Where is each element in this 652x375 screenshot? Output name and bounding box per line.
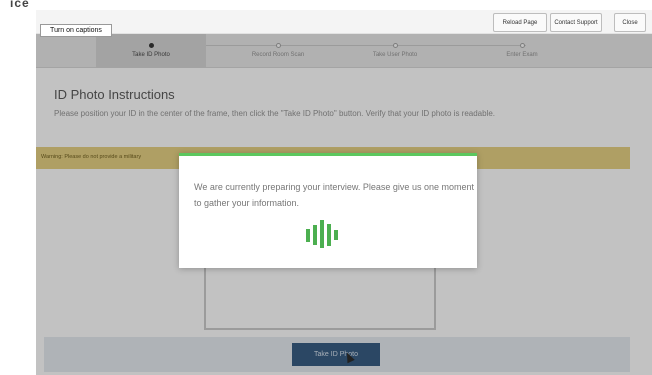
captions-tooltip: Turn on captions <box>40 24 112 37</box>
loader-bar <box>334 230 338 240</box>
logo-fragment: ice <box>10 0 30 10</box>
screen: ice Reload Page Contact Support Close Tu… <box>0 0 652 375</box>
close-button[interactable]: Close <box>614 13 646 32</box>
top-toolbar: Reload Page Contact Support Close <box>36 10 652 34</box>
loader-bar <box>320 220 324 248</box>
loader-bar <box>327 224 331 246</box>
loader-bar <box>313 225 317 245</box>
contact-support-button[interactable]: Contact Support <box>550 13 602 32</box>
loader-bar <box>306 229 310 242</box>
loading-bars-icon <box>306 220 351 248</box>
top-strip: ice <box>0 0 652 10</box>
loading-message: We are currently preparing your intervie… <box>194 182 474 208</box>
reload-page-button[interactable]: Reload Page <box>493 13 547 32</box>
loading-dialog: We are currently preparing your intervie… <box>179 153 477 268</box>
